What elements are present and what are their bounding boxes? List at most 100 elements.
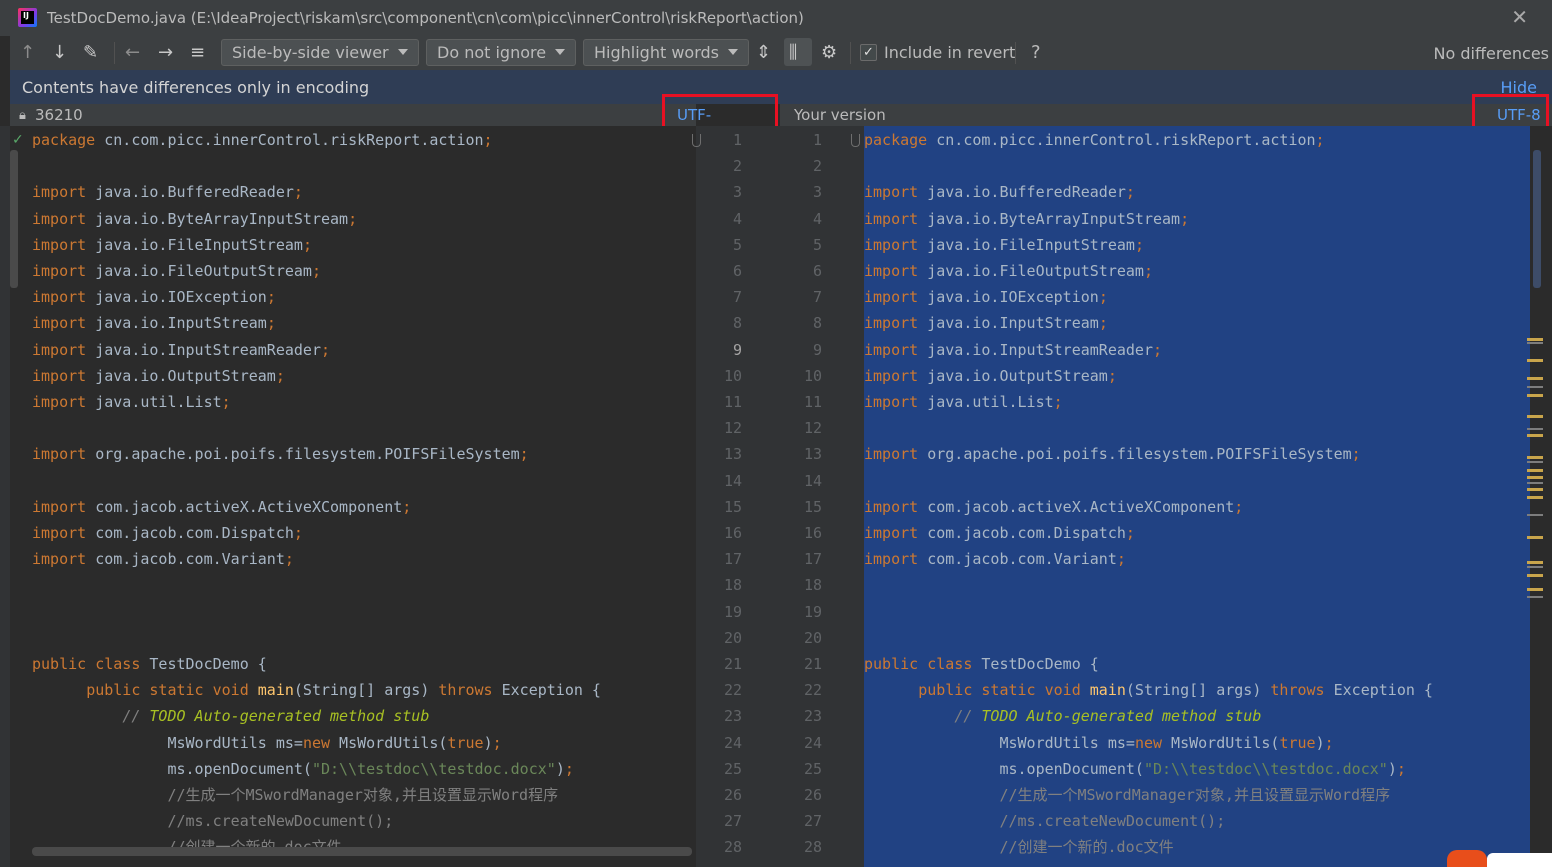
code-line[interactable]: import org.apache.poi.poifs.filesystem.P…	[864, 441, 1361, 467]
collapse-unchanged-icon[interactable]: ⇕	[756, 43, 771, 63]
code-line[interactable]: import java.io.FileInputStream;	[32, 232, 312, 258]
code-line[interactable]: import com.jacob.com.Dispatch;	[32, 520, 303, 546]
code-line[interactable]: import java.io.BufferedReader;	[32, 179, 303, 205]
stripe-marker[interactable]	[1527, 377, 1543, 380]
code-line[interactable]: import com.jacob.activeX.ActiveXComponen…	[864, 494, 1243, 520]
stripe-marker[interactable]	[1527, 536, 1543, 539]
code-line[interactable]: //生成一个MSwordManager对象,并且设置显示Word程序	[32, 782, 558, 808]
left-pane-header: 🔒︎ 36210 UTF-8 BOM	[10, 104, 712, 160]
left-line-number: 11	[723, 393, 742, 411]
stripe-marker[interactable]	[1527, 434, 1543, 437]
back-arrow-icon[interactable]: ←	[125, 43, 140, 63]
right-line-number: 2	[812, 157, 822, 176]
horizontal-scrollbar[interactable]	[32, 847, 692, 856]
whitespace-ignore-dropdown[interactable]: Do not ignore	[426, 39, 577, 66]
viewer-mode-dropdown[interactable]: Side-by-side viewer	[221, 39, 419, 66]
stripe-marker[interactable]	[1527, 461, 1543, 463]
code-line[interactable]: import java.io.ByteArrayInputStream;	[864, 206, 1189, 232]
code-line[interactable]: public static void main(String[] args) t…	[32, 677, 601, 703]
code-line[interactable]: ms.openDocument("D:\\testdoc\\testdoc.do…	[864, 756, 1405, 782]
code-line[interactable]: // TODO Auto-generated method stub	[32, 703, 429, 729]
right-scroll-thumb[interactable]	[1533, 150, 1541, 288]
stripe-marker[interactable]	[1527, 338, 1543, 341]
right-line-number: 25	[803, 759, 822, 778]
code-line[interactable]: import java.io.InputStreamReader;	[32, 337, 330, 363]
stripe-marker[interactable]	[1527, 342, 1543, 344]
forward-arrow-icon[interactable]: →	[158, 43, 173, 63]
code-line[interactable]: import java.util.List;	[32, 389, 231, 415]
stripe-marker[interactable]	[1527, 394, 1543, 397]
code-line[interactable]: package cn.com.picc.innerControl.riskRep…	[32, 127, 493, 153]
your-version-editor[interactable]: package cn.com.picc.innerControl.riskRep…	[864, 126, 1530, 867]
code-line[interactable]: MsWordUtils ms=new MsWordUtils(true);	[864, 730, 1333, 756]
chevron-down-icon	[727, 49, 738, 55]
right-line-number: 22	[803, 681, 822, 700]
ime-indicator-icon[interactable]	[1447, 850, 1487, 867]
stripe-marker[interactable]	[1527, 359, 1543, 362]
code-line[interactable]: import java.io.OutputStream;	[864, 363, 1117, 389]
stripe-marker[interactable]	[1527, 596, 1543, 598]
line-number-gutter: 1 1 2 2 3 3 4 4 5 5 6 6 7 7 8 8 9 9 10 10 11 11 12 12 13 13 14 14 15…	[696, 126, 864, 867]
code-line[interactable]: public class TestDocDemo {	[864, 651, 1099, 677]
next-difference-icon[interactable]: ↓	[52, 43, 67, 63]
chevron-down-icon	[555, 49, 566, 55]
stripe-marker[interactable]	[1527, 469, 1543, 472]
fold-marker-icon[interactable]	[851, 134, 860, 147]
code-line[interactable]: //ms.createNewDocument();	[32, 808, 393, 834]
base-revision-editor[interactable]: package cn.com.picc.innerControl.riskRep…	[10, 126, 696, 867]
stripe-marker[interactable]	[1527, 566, 1543, 568]
code-line[interactable]: import java.io.InputStream;	[864, 310, 1108, 336]
code-line[interactable]: import com.jacob.activeX.ActiveXComponen…	[32, 494, 411, 520]
previous-difference-icon[interactable]: ↑	[20, 43, 35, 63]
stripe-marker[interactable]	[1527, 488, 1543, 491]
code-line[interactable]: //ms.createNewDocument();	[864, 808, 1225, 834]
stripe-marker[interactable]	[1527, 574, 1543, 577]
code-line[interactable]: import java.io.InputStreamReader;	[864, 337, 1162, 363]
stripe-marker[interactable]	[1527, 428, 1543, 430]
code-line[interactable]: package cn.com.picc.innerControl.riskRep…	[864, 127, 1325, 153]
fold-marker-icon[interactable]	[692, 134, 701, 147]
stripe-marker[interactable]	[1527, 456, 1543, 459]
gear-icon[interactable]: ⚙	[821, 43, 837, 63]
code-line[interactable]: import com.jacob.com.Variant;	[32, 546, 294, 572]
code-line[interactable]: public class TestDocDemo {	[32, 651, 267, 677]
code-line[interactable]: // TODO Auto-generated method stub	[864, 703, 1261, 729]
stripe-marker[interactable]	[1527, 386, 1543, 388]
left-scroll-thumb[interactable]	[10, 150, 18, 288]
left-edge-strip	[0, 126, 10, 867]
highlight-mode-dropdown[interactable]: Highlight words	[583, 39, 749, 66]
code-line[interactable]: //生成一个MSwordManager对象,并且设置显示Word程序	[864, 782, 1390, 808]
code-line[interactable]: import java.io.FileOutputStream;	[32, 258, 321, 284]
code-line[interactable]: import java.io.FileInputStream;	[864, 232, 1144, 258]
stripe-marker[interactable]	[1527, 514, 1543, 516]
code-line[interactable]: import java.io.IOException;	[864, 284, 1108, 310]
code-line[interactable]: MsWordUtils ms=new MsWordUtils(true);	[32, 730, 501, 756]
code-line[interactable]: import com.jacob.com.Variant;	[864, 546, 1126, 572]
code-line[interactable]: import java.io.FileOutputStream;	[864, 258, 1153, 284]
code-line[interactable]: import com.jacob.com.Dispatch;	[864, 520, 1135, 546]
code-line[interactable]: ms.openDocument("D:\\testdoc\\testdoc.do…	[32, 756, 573, 782]
include-in-revert-checkbox[interactable]: ✓	[860, 44, 877, 61]
menu-lines-icon[interactable]: ≡	[190, 43, 205, 63]
code-line[interactable]: import org.apache.poi.poifs.filesystem.P…	[32, 441, 529, 467]
stripe-marker[interactable]	[1527, 561, 1543, 564]
revision-number: 36210	[35, 106, 83, 124]
stripe-marker[interactable]	[1527, 482, 1543, 484]
stripe-marker[interactable]	[1527, 476, 1543, 479]
code-line[interactable]: import java.io.IOException;	[32, 284, 276, 310]
stripe-marker[interactable]	[1527, 415, 1543, 418]
edit-source-icon[interactable]: ✎	[83, 43, 98, 63]
help-icon[interactable]: ?	[1031, 42, 1041, 63]
title-bar: IJ TestDocDemo.java (E:\IdeaProject\risk…	[0, 0, 1552, 36]
code-line[interactable]: import java.io.BufferedReader;	[864, 179, 1135, 205]
stripe-marker[interactable]	[1527, 496, 1543, 499]
code-line[interactable]: //创建一个新的.doc文件	[864, 834, 1173, 860]
code-line[interactable]: public static void main(String[] args) t…	[864, 677, 1433, 703]
code-line[interactable]: import java.util.List;	[864, 389, 1063, 415]
code-line[interactable]: import java.io.ByteArrayInputStream;	[32, 206, 357, 232]
code-line[interactable]: import java.io.InputStream;	[32, 310, 276, 336]
diff-status: No differences	[1433, 44, 1550, 63]
code-line[interactable]: import java.io.OutputStream;	[32, 363, 285, 389]
close-icon[interactable]: ✕	[1511, 6, 1528, 28]
stripe-marker[interactable]	[1527, 588, 1543, 591]
